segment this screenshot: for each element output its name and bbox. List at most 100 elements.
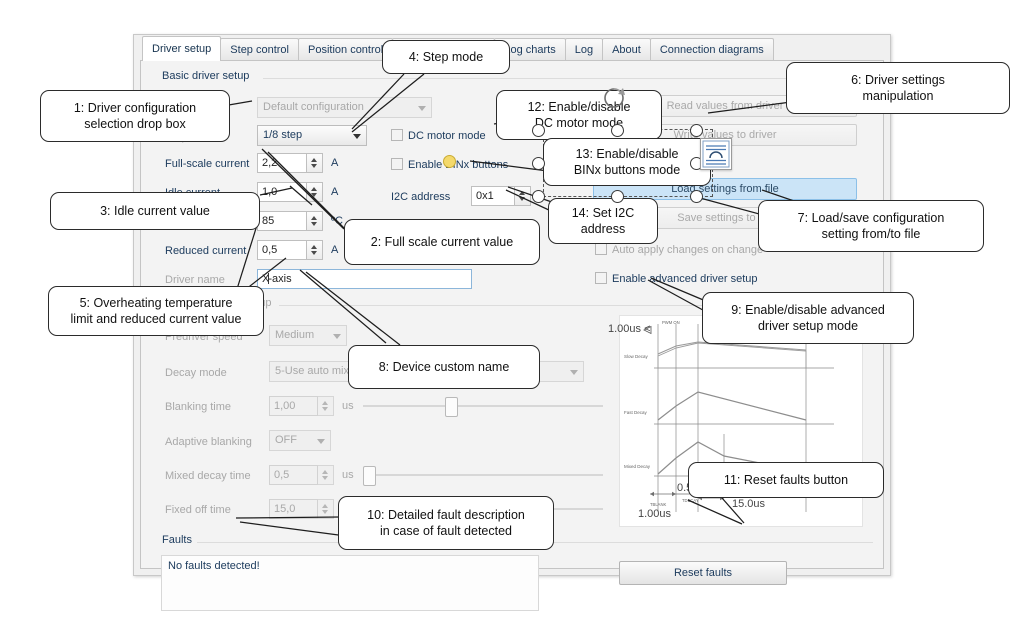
stepper-up-icon[interactable] xyxy=(311,158,317,162)
fixed-off-time-stepper[interactable] xyxy=(318,499,334,519)
full-scale-current-input[interactable]: 2,2 xyxy=(257,153,307,173)
callout-tail-adjuster-handle[interactable] xyxy=(443,155,456,168)
dc-motor-mode-checkbox[interactable]: DC motor mode xyxy=(391,129,486,142)
callout-11[interactable]: 11: Reset faults button xyxy=(688,462,884,498)
selection-handle-top-right[interactable] xyxy=(690,124,703,137)
mixed-decay-time-stepper[interactable] xyxy=(318,465,334,485)
idle-current-input[interactable]: 1,0 xyxy=(257,182,307,202)
checkbox-icon[interactable] xyxy=(595,272,607,284)
i2c-address-stepper[interactable] xyxy=(515,186,531,206)
callout-5[interactable]: 5: Overheating temperature limit and redu… xyxy=(48,286,264,336)
selection-handle-top-center[interactable] xyxy=(611,124,624,137)
checkbox-icon[interactable] xyxy=(391,158,403,170)
auto-apply-changes-checkbox[interactable]: Auto apply changes on change xyxy=(595,243,763,256)
selection-handle-bottom-center[interactable] xyxy=(611,190,624,203)
idle-current-unit: A xyxy=(331,186,339,198)
selection-handle-bottom-right[interactable] xyxy=(690,190,703,203)
stepper-up-icon[interactable] xyxy=(311,245,317,249)
blanking-time-slider[interactable] xyxy=(363,397,603,417)
callout-2[interactable]: 2: Full scale current value xyxy=(344,219,540,265)
i2c-address-input[interactable]: 0x1 xyxy=(471,186,515,206)
stepper-down-icon[interactable] xyxy=(311,164,317,168)
tab-step-control[interactable]: Step control xyxy=(220,38,299,61)
chevron-down-icon xyxy=(353,134,361,139)
mixed-decay-time-slider[interactable] xyxy=(363,466,603,486)
selection-handle-top-left[interactable] xyxy=(532,124,545,137)
full-scale-current-stepper[interactable] xyxy=(307,153,323,173)
tab-driver-setup[interactable]: Driver setup xyxy=(142,36,222,61)
checkbox-icon[interactable] xyxy=(391,129,403,141)
blanking-time-unit: us xyxy=(342,400,354,412)
stepper-up-icon[interactable] xyxy=(322,470,328,474)
mixed-decay-time-label: Mixed decay time xyxy=(165,470,251,482)
configuration-combo[interactable]: Default configuration xyxy=(257,97,432,118)
callout-10[interactable]: 10: Detailed fault description in case of… xyxy=(338,496,554,550)
callout-12[interactable]: 12: Enable/disable DC motor mode xyxy=(496,90,662,140)
enable-advanced-label: Enable advanced driver setup xyxy=(612,273,758,285)
tab-about[interactable]: About xyxy=(602,38,651,61)
rotate-handle-icon[interactable] xyxy=(601,84,627,110)
stepper-up-icon[interactable] xyxy=(322,504,328,508)
idle-current-stepper[interactable] xyxy=(307,182,323,202)
decay-mode-label: Decay mode xyxy=(165,367,227,379)
stepper-down-icon[interactable] xyxy=(322,407,328,411)
selection-handle-middle-left[interactable] xyxy=(532,157,545,170)
callout-13[interactable]: 13: Enable/disable BINx buttons mode xyxy=(543,138,711,186)
stepper-down-icon[interactable] xyxy=(322,510,328,514)
stepper-down-icon[interactable] xyxy=(311,193,317,197)
callout-7[interactable]: 7: Load/save configuration setting from/t… xyxy=(758,200,984,252)
document-callout-icon[interactable] xyxy=(700,138,732,170)
predriver-speed-value: Medium xyxy=(275,329,315,341)
tab-log[interactable]: Log xyxy=(564,38,604,61)
reduced-current-stepper[interactable] xyxy=(307,240,323,260)
slider-thumb[interactable] xyxy=(363,466,376,486)
fault-message: No faults detected! xyxy=(168,560,260,572)
i2c-address-label: I2C address xyxy=(391,191,451,203)
enable-binx-label: Enable BINx buttons xyxy=(408,159,509,171)
group-title-faults: Faults xyxy=(162,534,192,546)
step-mode-value: 1/8 step xyxy=(263,129,303,141)
blanking-time-stepper[interactable] xyxy=(318,396,334,416)
chevron-down-icon xyxy=(317,439,325,444)
callout-4[interactable]: 4: Step mode xyxy=(382,40,510,74)
stepper-down-icon[interactable] xyxy=(311,251,317,255)
adaptive-blanking-combo[interactable]: OFF xyxy=(269,430,331,451)
stepper-up-icon[interactable] xyxy=(519,191,525,195)
reset-faults-button[interactable]: Reset faults xyxy=(619,561,787,585)
selection-handle-bottom-left[interactable] xyxy=(532,190,545,203)
reduced-current-unit: A xyxy=(331,244,339,256)
auto-apply-label: Auto apply changes on change xyxy=(612,244,764,256)
enable-advanced-driver-setup-checkbox[interactable]: Enable advanced driver setup xyxy=(595,272,758,285)
driver-name-label: Driver name xyxy=(165,274,225,286)
stepper-up-icon[interactable] xyxy=(311,187,317,191)
stepper-up-icon[interactable] xyxy=(322,401,328,405)
temperature-limit-stepper[interactable] xyxy=(307,211,323,231)
series-label-mixed-decay: Mixed Decay xyxy=(624,464,651,469)
checkbox-icon[interactable] xyxy=(595,243,607,255)
tab-position-control[interactable]: Position control xyxy=(298,38,394,61)
tab-connection-diagrams[interactable]: Connection diagrams xyxy=(649,38,774,61)
temperature-limit-unit: ºC xyxy=(331,215,343,227)
callout-8[interactable]: 8: Device custom name xyxy=(348,345,540,389)
chevron-down-icon xyxy=(570,370,578,375)
slider-thumb[interactable] xyxy=(445,397,458,417)
mixed-decay-time-input[interactable]: 0,5 xyxy=(269,465,318,485)
temperature-limit-input[interactable]: 85 xyxy=(257,211,307,231)
tab-strip: Driver setup Step control Position contr… xyxy=(134,35,890,61)
callout-1[interactable]: 1: Driver configuration selection drop bo… xyxy=(40,90,230,142)
stepper-down-icon[interactable] xyxy=(322,476,328,480)
stepper-down-icon[interactable] xyxy=(311,222,317,226)
reduced-current-input[interactable]: 0,5 xyxy=(257,240,307,260)
stepper-up-icon[interactable] xyxy=(311,216,317,220)
callout-3[interactable]: 3: Idle current value xyxy=(50,192,260,230)
callout-9[interactable]: 9: Enable/disable advanced driver setup m… xyxy=(702,292,914,344)
fixed-off-time-input[interactable]: 15,0 xyxy=(269,499,318,519)
callout-14[interactable]: 14: Set I2C address xyxy=(548,198,658,244)
annotation-bottom-1us: 1.00us xyxy=(638,508,672,520)
blanking-time-input[interactable]: 1,00 xyxy=(269,396,318,416)
stepper-down-icon[interactable] xyxy=(519,197,525,201)
step-mode-combo[interactable]: 1/8 step xyxy=(257,125,367,146)
predriver-speed-combo[interactable]: Medium xyxy=(269,325,347,346)
callout-6[interactable]: 6: Driver settings manipulation xyxy=(786,62,1010,114)
driver-name-input[interactable]: X-axis xyxy=(257,269,472,289)
